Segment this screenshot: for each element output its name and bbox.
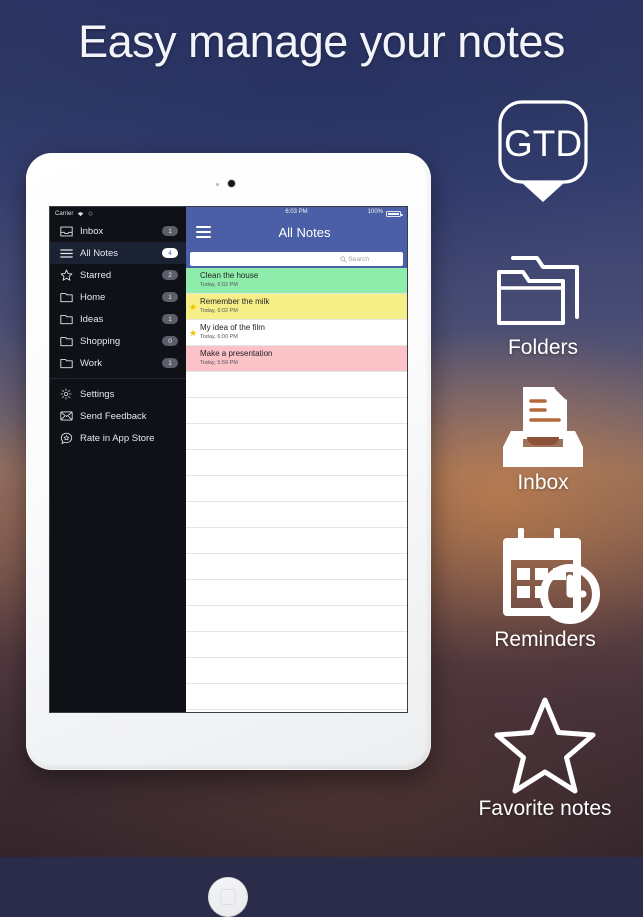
- search-icon: [340, 256, 347, 263]
- note-title: My idea of the film: [200, 323, 265, 332]
- note-row-empty: [186, 554, 407, 580]
- note-subtitle: Today, 6:02 PM: [200, 282, 238, 288]
- sidebar-item-badge: 1: [162, 292, 178, 302]
- feature-label: Favorite notes: [478, 797, 612, 820]
- note-row-empty: [186, 450, 407, 476]
- folders-icon: [458, 248, 628, 334]
- navbar-title: All Notes: [278, 225, 331, 240]
- note-row-empty: [186, 424, 407, 450]
- feature-label: Folders: [507, 336, 579, 359]
- home-button-square-icon: [220, 889, 236, 905]
- battery-percent-label: 100%: [367, 209, 383, 215]
- note-row[interactable]: Clean the house Today, 6:02 PM: [186, 268, 407, 294]
- note-subtitle: Today, 6:00 PM: [200, 334, 238, 340]
- note-row-empty: [186, 580, 407, 606]
- note-row-empty: [186, 684, 407, 710]
- home-button[interactable]: [208, 877, 248, 917]
- note-row[interactable]: ★ My idea of the film Today, 6:00 PM: [186, 320, 407, 346]
- note-row[interactable]: ★ Remember the milk Today, 6:02 PM: [186, 294, 407, 320]
- sidebar-item-inbox[interactable]: Inbox 1: [50, 220, 186, 242]
- inbox-tray-icon: [458, 385, 628, 469]
- sidebar-item-starred[interactable]: Starred 2: [50, 264, 186, 286]
- search-input[interactable]: Search: [190, 252, 403, 266]
- svg-text:GTD: GTD: [504, 123, 582, 164]
- sidebar-item-badge: 2: [162, 270, 178, 280]
- wifi-icon: [77, 211, 84, 217]
- inbox-icon: [59, 224, 73, 238]
- sidebar-item-label: Settings: [80, 388, 115, 400]
- sidebar-item-ideas[interactable]: Ideas 1: [50, 308, 186, 330]
- gtd-pin-icon: GTD: [458, 98, 628, 202]
- sidebar-item-badge: 1: [162, 314, 178, 324]
- sidebar-item-work[interactable]: Work 1: [50, 352, 186, 374]
- feature-inbox: Inbox: [458, 385, 628, 495]
- folder-icon: [59, 312, 73, 326]
- note-row-empty: [186, 606, 407, 632]
- search-bar: Search: [186, 251, 407, 268]
- device-screen: Carrier Inbox 1 All Notes 4 Starred 2 Ho…: [50, 207, 407, 712]
- battery-icon: [386, 211, 403, 217]
- note-row-empty: [186, 476, 407, 502]
- note-row-empty: [186, 502, 407, 528]
- app-navbar: 6:03 PM 100% All Notes: [186, 207, 407, 251]
- feature-gtd: GTD: [458, 98, 628, 202]
- sidebar-item-shopping[interactable]: Shopping 0: [50, 330, 186, 352]
- app-sidebar: Carrier Inbox 1 All Notes 4 Starred 2 Ho…: [50, 207, 186, 712]
- note-row-empty: [186, 398, 407, 424]
- calendar-clock-icon: [455, 528, 635, 626]
- feature-folders: Folders: [458, 248, 628, 360]
- envelope-icon: [59, 409, 73, 423]
- gear-icon: [59, 387, 73, 401]
- feature-label: Reminders: [494, 628, 596, 651]
- search-placeholder: Search: [348, 255, 369, 263]
- page-title: Easy manage your notes: [78, 16, 565, 67]
- sidebar-item-label: Rate in App Store: [80, 432, 155, 444]
- carrier-label: Carrier: [55, 210, 74, 217]
- sidebar-item-badge: 0: [162, 336, 178, 346]
- sidebar-item-badge: 4: [162, 248, 178, 258]
- front-camera-icon: [228, 180, 235, 187]
- note-row[interactable]: Make a presentation Today, 5:59 PM: [186, 346, 407, 372]
- note-subtitle: Today, 5:59 PM: [200, 360, 238, 366]
- note-title: Make a presentation: [200, 349, 273, 358]
- notes-pane: 6:03 PM 100% All Notes Search Clean the …: [186, 207, 407, 712]
- sidebar-item-settings[interactable]: Settings: [50, 383, 186, 405]
- star-outline-icon: [450, 695, 640, 795]
- sidebar-item-badge: 1: [162, 358, 178, 368]
- star-badge-icon: [59, 431, 73, 445]
- sidebar-item-all-notes[interactable]: All Notes 4: [50, 242, 186, 264]
- sidebar-item-label: Send Feedback: [80, 410, 147, 422]
- note-title: Remember the milk: [200, 297, 270, 306]
- sidebar-item-badge: 1: [162, 226, 178, 236]
- folder-icon: [59, 334, 73, 348]
- note-row-empty: [186, 372, 407, 398]
- feature-label: Inbox: [517, 471, 569, 494]
- tablet-device: Carrier Inbox 1 All Notes 4 Starred 2 Ho…: [26, 153, 431, 917]
- folder-icon: [59, 290, 73, 304]
- note-title: Clean the house: [200, 271, 259, 280]
- note-row-empty: [186, 528, 407, 554]
- note-row-empty: [186, 658, 407, 684]
- folder-icon: [59, 356, 73, 370]
- location-icon: [88, 211, 93, 216]
- sidebar-item-home[interactable]: Home 1: [50, 286, 186, 308]
- sidebar-divider: [50, 378, 186, 379]
- ambient-sensor-icon: [216, 183, 219, 186]
- note-row-empty: [186, 632, 407, 658]
- sidebar-item-rate-app-store[interactable]: Rate in App Store: [50, 427, 186, 449]
- sidebar-item-send-feedback[interactable]: Send Feedback: [50, 405, 186, 427]
- feature-favorite-notes: Favorite notes: [450, 695, 640, 821]
- list-icon: [59, 246, 73, 260]
- star-icon: [59, 268, 73, 282]
- navbar-status-bar: 6:03 PM 100%: [186, 207, 407, 220]
- note-subtitle: Today, 6:02 PM: [200, 308, 238, 314]
- star-icon: ★: [189, 302, 198, 312]
- star-icon: ★: [189, 328, 198, 338]
- sidebar-status-bar: Carrier: [50, 207, 186, 220]
- feature-reminders: Reminders: [455, 528, 635, 652]
